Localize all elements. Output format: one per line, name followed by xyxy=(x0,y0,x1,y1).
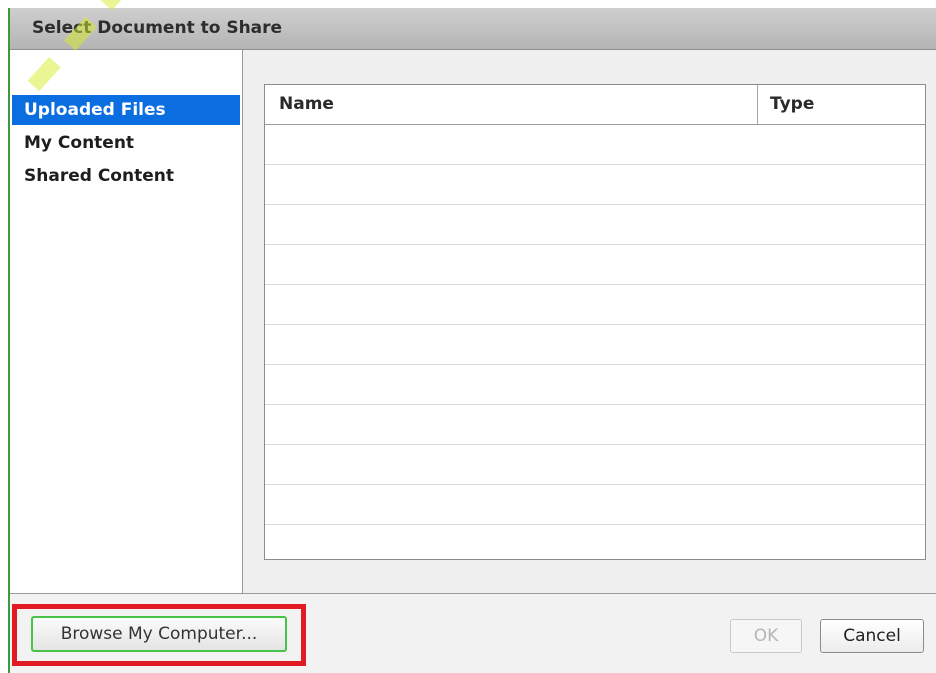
file-list[interactable]: Name Type xyxy=(264,84,926,560)
dialog-footer: Browse My Computer... OK Cancel xyxy=(10,593,936,673)
column-header-name[interactable]: Name xyxy=(279,85,749,124)
column-header-type[interactable]: Type xyxy=(757,85,925,124)
source-sidebar: Uploaded Files My Content Shared Content xyxy=(10,50,243,593)
table-row xyxy=(265,165,925,205)
file-list-rows xyxy=(265,125,925,559)
table-row xyxy=(265,285,925,325)
table-row xyxy=(265,205,925,245)
table-row xyxy=(265,525,925,559)
table-row xyxy=(265,245,925,285)
dialog-titlebar[interactable]: Select Document to Share xyxy=(10,8,936,50)
file-list-header: Name Type xyxy=(265,85,925,125)
select-document-dialog: Select Document to Share Uploaded Files … xyxy=(8,8,936,673)
table-row xyxy=(265,125,925,165)
sidebar-item-shared-content[interactable]: Shared Content xyxy=(12,161,240,191)
table-row xyxy=(265,405,925,445)
table-row xyxy=(265,325,925,365)
sidebar-item-uploaded-files[interactable]: Uploaded Files xyxy=(12,95,240,125)
dialog-title: Select Document to Share xyxy=(32,18,283,38)
table-row xyxy=(265,365,925,405)
table-row xyxy=(265,445,925,485)
browse-my-computer-button[interactable]: Browse My Computer... xyxy=(31,616,287,652)
cancel-button[interactable]: Cancel xyxy=(820,619,924,653)
ok-button[interactable]: OK xyxy=(730,619,802,653)
table-row xyxy=(265,485,925,525)
sidebar-item-my-content[interactable]: My Content xyxy=(12,128,240,158)
